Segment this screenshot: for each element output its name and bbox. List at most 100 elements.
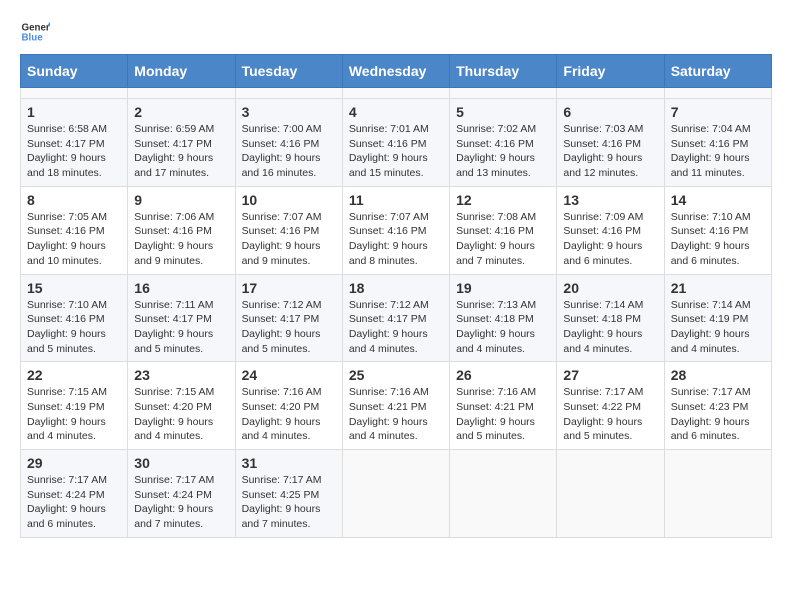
calendar-cell: 9 Sunrise: 7:06 AMSunset: 4:16 PMDaylight… [128,186,235,274]
day-number: 30 [134,455,228,471]
calendar-cell [664,450,771,538]
day-number: 16 [134,280,228,296]
day-number: 4 [349,104,443,120]
day-info: Sunrise: 7:15 AMSunset: 4:19 PMDaylight:… [27,385,121,444]
calendar-cell [342,450,449,538]
day-info: Sunrise: 7:17 AMSunset: 4:23 PMDaylight:… [671,385,765,444]
day-info: Sunrise: 7:16 AMSunset: 4:20 PMDaylight:… [242,385,336,444]
day-number: 2 [134,104,228,120]
day-number: 13 [563,192,657,208]
day-info: Sunrise: 7:17 AMSunset: 4:24 PMDaylight:… [27,473,121,532]
day-info: Sunrise: 7:15 AMSunset: 4:20 PMDaylight:… [134,385,228,444]
calendar-cell: 13 Sunrise: 7:09 AMSunset: 4:16 PMDayligh… [557,186,664,274]
day-info: Sunrise: 7:04 AMSunset: 4:16 PMDaylight:… [671,122,765,181]
day-info: Sunrise: 7:01 AMSunset: 4:16 PMDaylight:… [349,122,443,181]
day-headers-row: SundayMondayTuesdayWednesdayThursdayFrid… [21,55,772,88]
calendar-week-row: 22Sunrise: 7:15 AMSunset: 4:19 PMDayligh… [21,362,772,450]
day-number: 11 [349,192,443,208]
calendar-cell: 16Sunrise: 7:11 AMSunset: 4:17 PMDayligh… [128,274,235,362]
day-info: Sunrise: 7:07 AMSunset: 4:16 PMDaylight:… [242,210,336,269]
calendar-cell [235,88,342,99]
day-number: 10 [242,192,336,208]
day-info: Sunrise: 7:14 AMSunset: 4:19 PMDaylight:… [671,298,765,357]
day-number: 14 [671,192,765,208]
calendar-week-row: 15 Sunrise: 7:10 AMSunset: 4:16 PMDayligh… [21,274,772,362]
svg-text:Blue: Blue [22,32,44,43]
calendar-cell [342,88,449,99]
calendar-cell: 5 Sunrise: 7:02 AMSunset: 4:16 PMDaylight… [450,99,557,187]
day-header-tuesday: Tuesday [235,55,342,88]
calendar-cell: 11 Sunrise: 7:07 AMSunset: 4:16 PMDayligh… [342,186,449,274]
day-number: 5 [456,104,550,120]
day-header-sunday: Sunday [21,55,128,88]
day-info: Sunrise: 7:03 AMSunset: 4:16 PMDaylight:… [563,122,657,181]
calendar-cell: 8Sunrise: 7:05 AMSunset: 4:16 PMDaylight… [21,186,128,274]
day-info: Sunrise: 7:06 AMSunset: 4:16 PMDaylight:… [134,210,228,269]
calendar-cell: 18Sunrise: 7:12 AMSunset: 4:17 PMDayligh… [342,274,449,362]
day-info: Sunrise: 7:12 AMSunset: 4:17 PMDaylight:… [242,298,336,357]
day-info: Sunrise: 7:12 AMSunset: 4:17 PMDaylight:… [349,298,443,357]
calendar-cell: 26Sunrise: 7:16 AMSunset: 4:21 PMDayligh… [450,362,557,450]
day-info: Sunrise: 7:07 AMSunset: 4:16 PMDaylight:… [349,210,443,269]
day-number: 9 [134,192,228,208]
day-info: Sunrise: 7:10 AMSunset: 4:16 PMDaylight:… [27,298,121,357]
day-info: Sunrise: 7:14 AMSunset: 4:18 PMDaylight:… [563,298,657,357]
day-header-wednesday: Wednesday [342,55,449,88]
day-number: 21 [671,280,765,296]
day-info: Sunrise: 7:10 AMSunset: 4:16 PMDaylight:… [671,210,765,269]
day-header-monday: Monday [128,55,235,88]
day-number: 15 [27,280,121,296]
day-info: Sunrise: 7:17 AMSunset: 4:22 PMDaylight:… [563,385,657,444]
calendar-cell: 17 Sunrise: 7:12 AMSunset: 4:17 PMDayligh… [235,274,342,362]
day-info: Sunrise: 7:16 AMSunset: 4:21 PMDaylight:… [349,385,443,444]
day-info: Sunrise: 7:08 AMSunset: 4:16 PMDaylight:… [456,210,550,269]
day-number: 12 [456,192,550,208]
calendar-week-row: 1Sunrise: 6:58 AMSunset: 4:17 PMDaylight… [21,99,772,187]
day-number: 3 [242,104,336,120]
logo: General Blue [20,20,50,44]
day-number: 19 [456,280,550,296]
day-number: 25 [349,367,443,383]
calendar-cell: 30 Sunrise: 7:17 AMSunset: 4:24 PMDayligh… [128,450,235,538]
day-number: 31 [242,455,336,471]
day-header-friday: Friday [557,55,664,88]
calendar-cell: 20Sunrise: 7:14 AMSunset: 4:18 PMDayligh… [557,274,664,362]
calendar-cell: 12 Sunrise: 7:08 AMSunset: 4:16 PMDayligh… [450,186,557,274]
calendar-cell: 7 Sunrise: 7:04 AMSunset: 4:16 PMDaylight… [664,99,771,187]
day-info: Sunrise: 7:16 AMSunset: 4:21 PMDaylight:… [456,385,550,444]
day-info: Sunrise: 7:02 AMSunset: 4:16 PMDaylight:… [456,122,550,181]
day-number: 28 [671,367,765,383]
calendar-cell: 22Sunrise: 7:15 AMSunset: 4:19 PMDayligh… [21,362,128,450]
calendar-cell: 19Sunrise: 7:13 AMSunset: 4:18 PMDayligh… [450,274,557,362]
calendar-week-row [21,88,772,99]
calendar-cell [21,88,128,99]
calendar-cell [128,88,235,99]
calendar-cell: 23 Sunrise: 7:15 AMSunset: 4:20 PMDayligh… [128,362,235,450]
day-number: 24 [242,367,336,383]
day-number: 29 [27,455,121,471]
day-number: 1 [27,104,121,120]
calendar-cell: 4 Sunrise: 7:01 AMSunset: 4:16 PMDaylight… [342,99,449,187]
calendar-week-row: 29 Sunrise: 7:17 AMSunset: 4:24 PMDayligh… [21,450,772,538]
calendar-cell: 31 Sunrise: 7:17 AMSunset: 4:25 PMDayligh… [235,450,342,538]
day-info: Sunrise: 7:17 AMSunset: 4:25 PMDaylight:… [242,473,336,532]
logo-icon: General Blue [20,20,50,44]
day-header-saturday: Saturday [664,55,771,88]
day-header-thursday: Thursday [450,55,557,88]
calendar-cell: 1Sunrise: 6:58 AMSunset: 4:17 PMDaylight… [21,99,128,187]
day-number: 27 [563,367,657,383]
calendar-cell: 28 Sunrise: 7:17 AMSunset: 4:23 PMDayligh… [664,362,771,450]
calendar-cell: 15 Sunrise: 7:10 AMSunset: 4:16 PMDayligh… [21,274,128,362]
calendar-table: SundayMondayTuesdayWednesdayThursdayFrid… [20,54,772,538]
calendar-cell: 6Sunrise: 7:03 AMSunset: 4:16 PMDaylight… [557,99,664,187]
calendar-cell [450,88,557,99]
calendar-cell: 27 Sunrise: 7:17 AMSunset: 4:22 PMDayligh… [557,362,664,450]
day-info: Sunrise: 6:59 AMSunset: 4:17 PMDaylight:… [134,122,228,181]
day-info: Sunrise: 7:17 AMSunset: 4:24 PMDaylight:… [134,473,228,532]
calendar-cell: 24 Sunrise: 7:16 AMSunset: 4:20 PMDayligh… [235,362,342,450]
day-number: 7 [671,104,765,120]
calendar-cell [450,450,557,538]
day-number: 23 [134,367,228,383]
day-info: Sunrise: 7:09 AMSunset: 4:16 PMDaylight:… [563,210,657,269]
day-number: 17 [242,280,336,296]
